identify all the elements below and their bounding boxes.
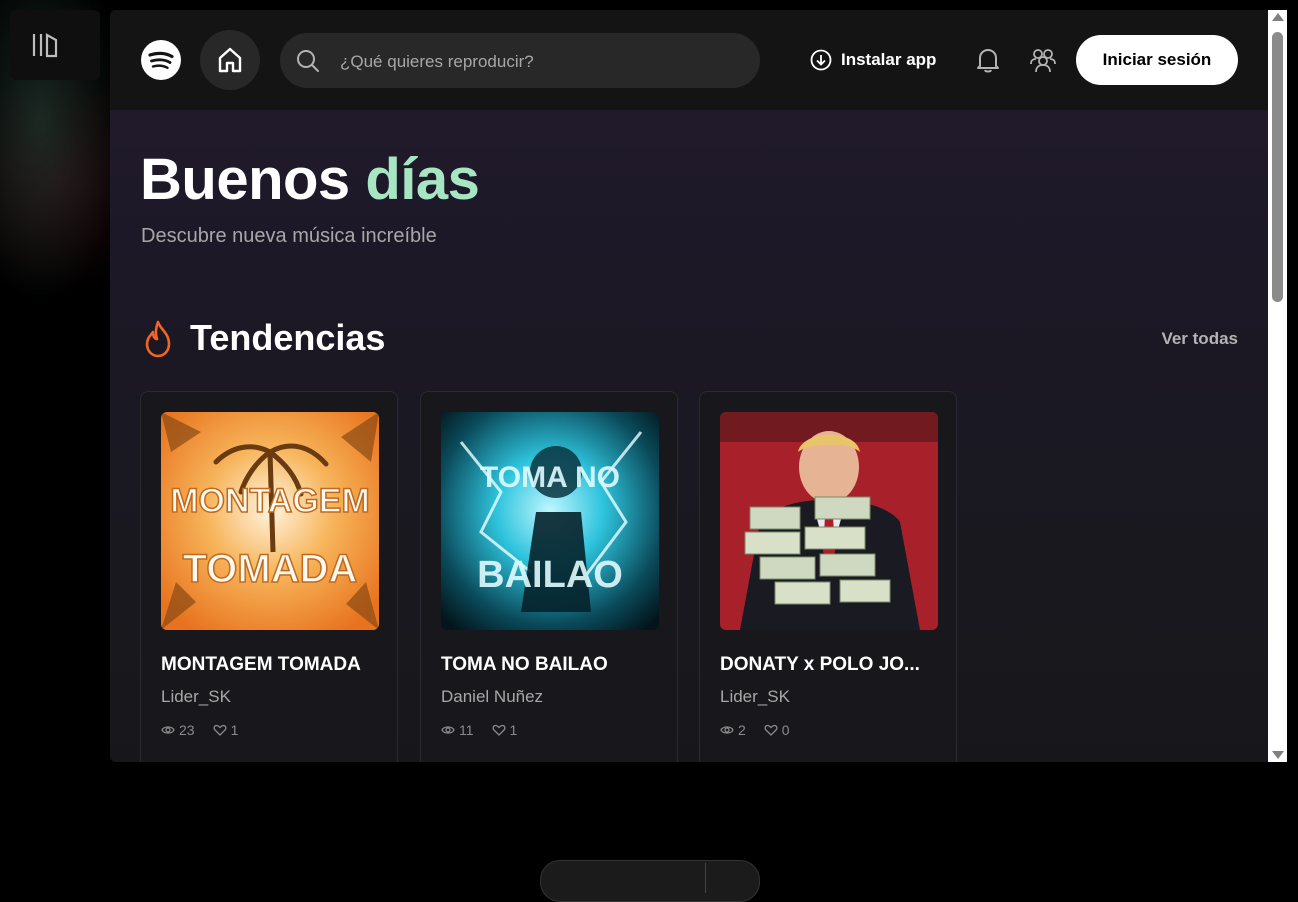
greeting-word-1: Buenos (140, 147, 350, 212)
track-title[interactable]: TOMA NO BAILAO (441, 654, 661, 676)
track-artist[interactable]: Lider_SK (720, 687, 790, 707)
flame-icon (145, 320, 171, 358)
track-card[interactable]: DONATY x POLO JO... Lider_SK 2 0 (699, 391, 957, 762)
see-all-link[interactable]: Ver todas (1161, 329, 1238, 349)
track-title[interactable]: MONTAGEM TOMADA (161, 654, 381, 676)
track-card[interactable]: TOMA NO BAILAO TOMA NO BAILAO Daniel Nuñ… (420, 391, 678, 762)
like-count: 1 (509, 722, 518, 738)
side-rail (10, 10, 100, 80)
album-cover: TOMA NO BAILAO (441, 412, 659, 630)
scroll-down-arrow[interactable] (1272, 751, 1284, 759)
track-stats: 11 1 (441, 722, 517, 738)
view-count: 23 (179, 722, 195, 738)
spotify-logo[interactable] (141, 40, 181, 80)
home-icon (218, 47, 242, 73)
library-icon[interactable] (32, 32, 58, 58)
track-card[interactable]: MONTAGEM TOMADA MONTAGEM TOMADA Lider_SK… (140, 391, 398, 762)
section-title: Tendencias (190, 317, 386, 358)
top-bar: Instalar app Iniciar sesión (110, 10, 1268, 110)
download-icon (810, 49, 832, 71)
search-bar[interactable] (280, 33, 760, 90)
scrollbar-thumb[interactable] (1272, 32, 1283, 302)
home-button[interactable] (200, 30, 260, 90)
greeting-word-2: días (365, 147, 480, 212)
track-stats: 2 0 (720, 722, 790, 738)
track-stats: 23 1 (161, 722, 238, 738)
trending-header: Tendencias Ver todas (140, 315, 1238, 359)
dock-divider (705, 863, 706, 893)
main-app: Instalar app Iniciar sesión Buenos días … (110, 10, 1268, 762)
heart-icon[interactable] (213, 723, 227, 737)
bottom-dock[interactable] (540, 860, 760, 902)
search-input[interactable] (338, 33, 742, 90)
track-title[interactable]: DONATY x POLO JO... (720, 654, 940, 676)
cover-text-line-2: BAILAO (477, 554, 623, 596)
cover-text-line-1: MONTAGEM (170, 482, 370, 520)
like-count: 1 (230, 722, 239, 738)
search-icon (297, 50, 319, 72)
install-app-button[interactable]: Instalar app (810, 48, 936, 72)
install-app-label: Instalar app (841, 50, 937, 69)
eye-icon (161, 726, 175, 734)
album-cover (720, 412, 938, 630)
greeting-title: Buenos días (140, 146, 480, 214)
bell-icon[interactable] (974, 46, 1002, 74)
scrollbar[interactable] (1268, 10, 1287, 762)
like-count: 0 (781, 722, 790, 738)
album-cover: MONTAGEM TOMADA (161, 412, 379, 630)
eye-icon (441, 726, 455, 734)
login-button[interactable]: Iniciar sesión (1076, 35, 1238, 85)
cover-text-line-2: TOMADA (183, 547, 358, 591)
heart-icon[interactable] (764, 723, 778, 737)
track-artist[interactable]: Daniel Nuñez (441, 687, 543, 707)
track-artist[interactable]: Lider_SK (161, 687, 231, 707)
friends-icon[interactable] (1029, 46, 1057, 74)
greeting-subtitle: Descubre nueva música increíble (141, 225, 437, 247)
view-count: 2 (738, 722, 746, 738)
view-count: 11 (459, 722, 474, 738)
scroll-up-arrow[interactable] (1272, 13, 1284, 21)
heart-icon[interactable] (492, 723, 506, 737)
cover-text-line-1: TOMA NO (480, 461, 620, 494)
eye-icon (720, 726, 734, 734)
